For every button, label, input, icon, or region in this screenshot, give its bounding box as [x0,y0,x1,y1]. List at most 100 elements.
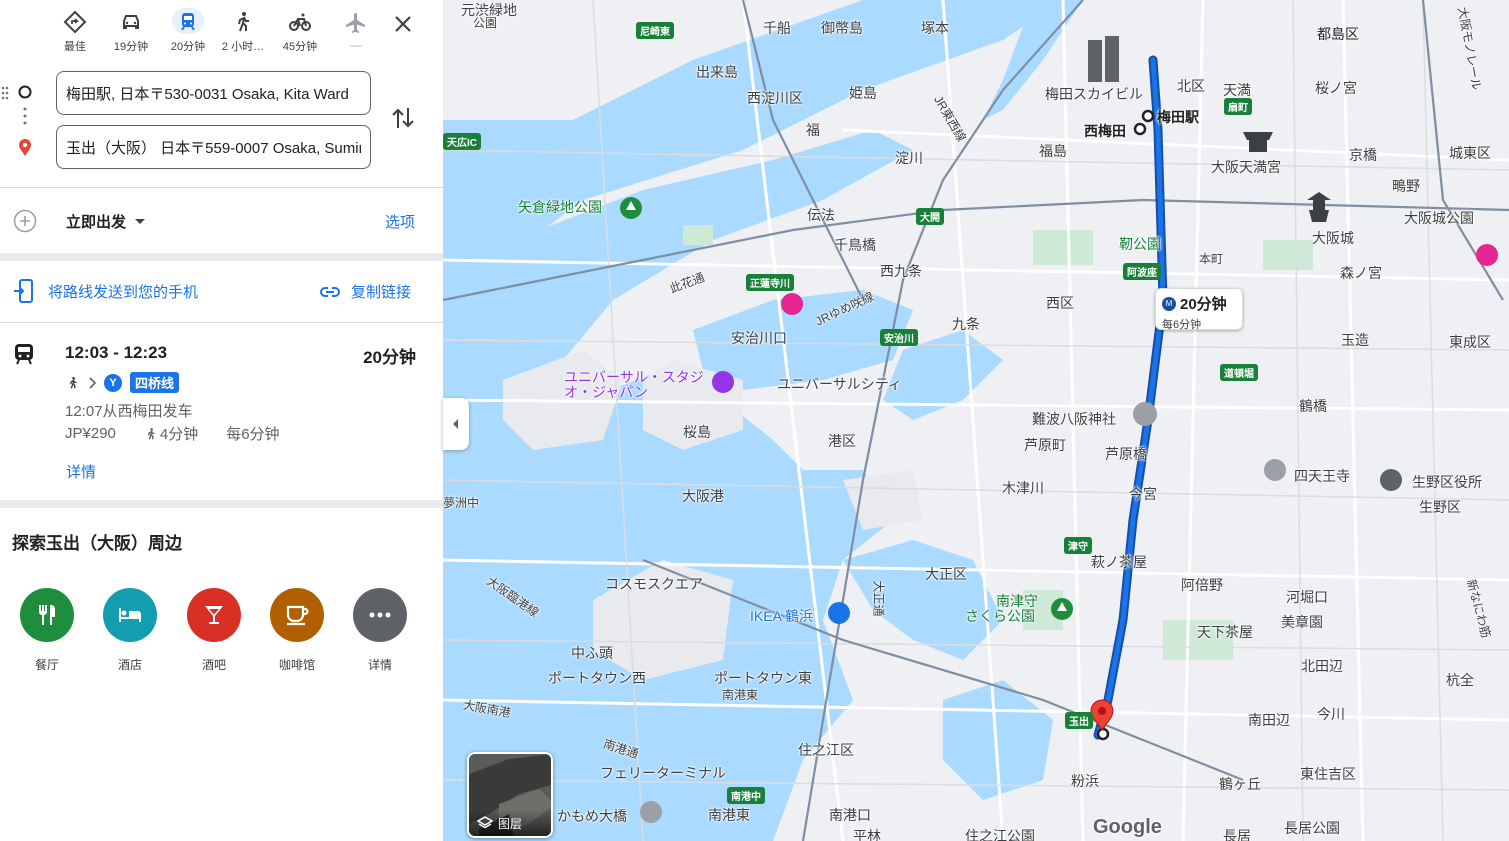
map-label: 港区 [828,433,856,449]
layers-button[interactable]: 图层 [467,752,553,838]
nearby-cafes[interactable]: 咖啡馆 [269,588,325,673]
line-badge: Y [104,373,122,392]
walk-icon [147,427,155,439]
map-label: 安治川 [880,329,918,346]
nearby-hotels[interactable]: 酒店 [102,588,158,673]
map-label: 本町 [1199,252,1224,266]
mode-driving[interactable]: 19分钟 [107,8,155,54]
destination-input[interactable] [66,138,361,156]
map-label: 玉造 [1341,332,1369,348]
map-label: 鶴ヶ丘 [1219,776,1261,792]
origin-field[interactable] [56,71,371,115]
map-label: 大阪天満宮 [1211,159,1281,175]
map-label: 御幣島 [821,20,863,36]
route-tip-time: 20分钟 [1180,296,1227,313]
map-label: 四天王寺 [1294,468,1350,484]
map-label: 大正区 [925,566,967,582]
map-label: 桜ノ宮 [1315,80,1357,96]
close-button[interactable] [389,10,417,38]
send-label: 将路线发送到您的手机 [48,283,199,301]
map-label: 大阪城 [1312,230,1354,246]
swap-icon [392,108,414,128]
map-label: 天広IC [443,133,481,150]
add-icon [13,209,37,233]
map-label: 尼崎東 [636,22,674,39]
hotel-icon [119,608,141,622]
map-label: 天下茶屋 [1197,624,1253,640]
map-label: 梅田駅 [1157,109,1199,125]
mode-transit[interactable]: 20分钟 [164,8,212,54]
map-label: さくら公園 [965,608,1035,624]
collapse-panel-button[interactable] [443,398,469,450]
swap-button[interactable] [390,104,416,132]
map-label: 塚本 [921,20,949,36]
map-label: 南港口 [829,807,871,823]
map-label: 住之江公園 [965,828,1035,841]
train-icon [15,344,33,365]
copy-link-button[interactable]: 复制链接 [319,281,411,302]
map-label: 福 [806,122,820,138]
map-canvas[interactable]: 元渋緑地 公園 尼崎東 千船 御幣島 塚本 都島区 出来島 西淀川区 姫島 梅田… [443,0,1509,841]
map-label: 安治川口 [731,330,787,346]
depart-time-dropdown[interactable]: 立即出发 [66,211,146,232]
frequency: 每6分钟 [226,426,280,443]
map-label: ユニバーサル・スタジオ・ジャパン [564,369,704,400]
walk-icon [238,12,249,32]
map-label: 西九条 [880,263,922,279]
map-label: 萩ノ茶屋 [1091,554,1147,570]
google-logo: Google [1093,816,1162,838]
mode-label: 45分钟 [282,41,318,53]
map-label: 阿波座 [1123,263,1161,280]
section-gap [0,253,443,261]
map-label: 河堀口 [1286,589,1328,605]
map-label: 美章園 [1281,614,1323,630]
map-label: 城東区 [1449,145,1491,161]
mode-cycling[interactable]: 45分钟 [276,8,324,54]
map-label: 平林 [853,828,881,841]
options-link[interactable]: 选项 [385,211,415,232]
map-label: 千鳥橋 [834,237,876,253]
map-label: 西梅田 [1084,123,1126,139]
destination-field[interactable] [56,125,371,169]
add-stop-button[interactable] [12,208,38,239]
route-connector-icon [1,85,32,156]
map-label: 生野区役所 [1412,474,1482,490]
map-label: 大開 [916,208,944,225]
map-base [443,0,1509,841]
directions-icon [63,10,87,34]
chevron-left-icon [453,419,458,429]
route-info-bubble[interactable]: M 20分钟 每6分钟 [1155,288,1243,331]
restaurant-icon [39,604,56,625]
nearby-more[interactable]: 详情 [352,588,408,673]
depart-label: 立即出发 [66,214,127,231]
nearby-restaurants[interactable]: 餐厅 [19,588,75,673]
trip-option[interactable]: 12:03 - 12:23 20分钟 Y 四桥线 12:07从西梅田发车 JP¥… [0,323,443,500]
map-label: ポートタウン東 [714,670,812,686]
mode-best[interactable]: 最佳 [51,8,99,54]
mode-flight[interactable]: — [332,8,380,54]
send-to-phone-button[interactable]: 将路线发送到您的手机 [13,279,198,303]
map-label: 姫島 [849,85,877,101]
origin-input[interactable] [66,84,361,102]
map-label: 伝法 [807,207,835,223]
details-link[interactable]: 详情 [66,461,96,482]
nearby-label: 酒店 [117,658,142,672]
section-gap [0,500,443,508]
bar-icon [205,606,223,624]
nearby-label: 咖啡馆 [278,658,315,672]
map-label: 南田辺 [1248,712,1290,728]
car-icon [123,15,139,29]
trip-steps: Y 四桥线 [66,372,180,393]
map-label: 芦原橋 [1105,446,1147,462]
nearby-bars[interactable]: 酒吧 [186,588,242,673]
map-label: 西淀川区 [747,90,803,106]
mode-walking[interactable]: 2 小时… [219,8,267,54]
trip-duration: 20分钟 [363,348,416,367]
map-label: 森ノ宮 [1340,265,1382,281]
divider [0,187,443,188]
map-label: 梅田スカイビル [1045,86,1143,102]
map-label: 京橋 [1349,147,1377,163]
bike-icon [289,13,311,31]
map-label: 南港東 [708,807,750,823]
map-label: IKEA 鶴浜 [750,608,814,624]
